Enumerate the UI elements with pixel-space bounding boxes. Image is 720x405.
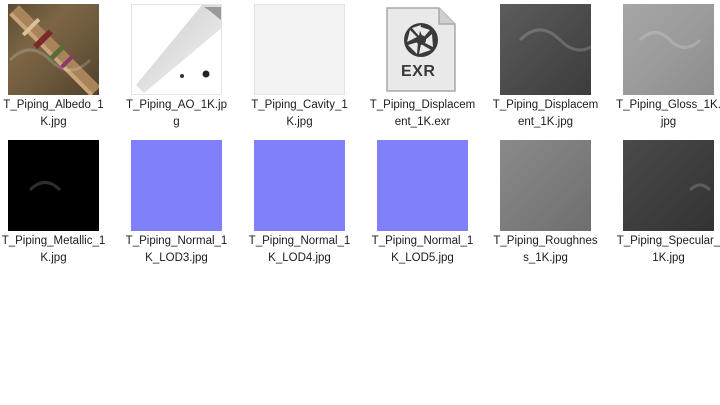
file-item-cavity[interactable]: T_Piping_Cavity_1K.jpg (246, 0, 366, 130)
file-item-gloss[interactable]: T_Piping_Gloss_1K.jpg (615, 0, 720, 130)
file-item-normal-lod3[interactable]: T_Piping_Normal_1K_LOD3.jpg (123, 136, 243, 266)
file-name: T_Piping_Metallic_1K.jpg (1, 235, 106, 264)
file-item-metallic[interactable]: T_Piping_Metallic_1K.jpg (0, 136, 120, 266)
file-item-ao[interactable]: T_Piping_AO_1K.jpg (123, 0, 243, 130)
file-item-displacement-exr[interactable]: EXR T_Piping_Displacement_1K.exr (369, 0, 489, 130)
exr-badge-label: EXR (401, 63, 436, 80)
file-item-displacement-jpg[interactable]: T_Piping_Displacement_1K.jpg (492, 0, 612, 130)
file-name: T_Piping_Gloss_1K.jpg (616, 99, 720, 128)
file-grid: T_Piping_Albedo_1K.jpg T_Piping_AO_1K.jp… (0, 0, 720, 405)
specular-thumbnail (623, 140, 714, 231)
file-name: T_Piping_Normal_1K_LOD5.jpg (371, 235, 474, 264)
file-name: T_Piping_AO_1K.jpg (125, 99, 227, 128)
normal-thumbnail (254, 140, 345, 231)
normal-thumbnail (131, 140, 222, 231)
file-name: T_Piping_Roughness_1K.jpg (493, 235, 598, 264)
gloss-thumbnail (623, 4, 714, 95)
file-name: T_Piping_Specular_1K.jpg (616, 235, 720, 264)
file-name: T_Piping_Albedo_1K.jpg (3, 99, 104, 128)
displacement-thumbnail (500, 4, 591, 95)
file-name: T_Piping_Displacement_1K.jpg (492, 99, 599, 128)
file-item-albedo[interactable]: T_Piping_Albedo_1K.jpg (0, 0, 120, 130)
file-item-specular[interactable]: T_Piping_Specular_1K.jpg (615, 136, 720, 266)
roughness-thumbnail (500, 140, 591, 231)
file-name: T_Piping_Cavity_1K.jpg (251, 99, 348, 128)
file-name: T_Piping_Normal_1K_LOD4.jpg (248, 235, 351, 264)
file-item-roughness[interactable]: T_Piping_Roughness_1K.jpg (492, 136, 612, 266)
cavity-thumbnail (254, 4, 345, 95)
file-name: T_Piping_Normal_1K_LOD3.jpg (125, 235, 228, 264)
metallic-thumbnail (8, 140, 99, 231)
albedo-thumbnail (8, 4, 99, 95)
file-item-normal-lod4[interactable]: T_Piping_Normal_1K_LOD4.jpg (246, 136, 366, 266)
file-name: T_Piping_Displacement_1K.exr (369, 99, 476, 128)
ao-thumbnail (131, 4, 222, 95)
exr-file-icon: EXR (377, 4, 468, 95)
file-item-normal-lod5[interactable]: T_Piping_Normal_1K_LOD5.jpg (369, 136, 489, 266)
normal-thumbnail (377, 140, 468, 231)
